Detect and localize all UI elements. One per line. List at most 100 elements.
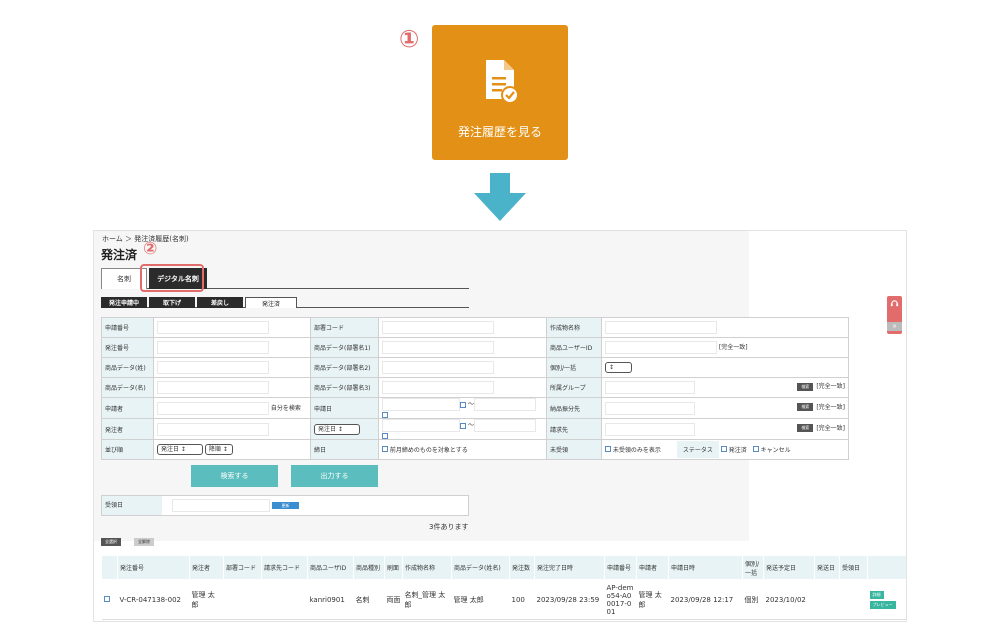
col-individual-bulk: 個別/一括	[742, 555, 764, 580]
headset-icon	[890, 300, 899, 307]
cell-side: 両面	[384, 579, 403, 620]
status-cancel-checkbox[interactable]	[752, 446, 759, 452]
detail-button[interactable]: 詳細	[869, 590, 884, 599]
step-1-marker: ①	[399, 25, 420, 53]
label-unreceived: 未受領	[546, 439, 602, 460]
label-orderer: 発注者	[101, 418, 154, 440]
closing-checkbox[interactable]	[382, 446, 388, 452]
order-date-from-input[interactable]	[382, 419, 460, 432]
group-search-button[interactable]: 検索	[797, 382, 814, 391]
subtab-ordered[interactable]: 発注済	[245, 297, 297, 308]
dept-name2-input[interactable]	[382, 361, 494, 374]
label-closing: 締日	[310, 439, 379, 460]
col-person-name: 商品データ(姓名)	[451, 555, 510, 580]
label-delivery-dest: 納品振分先	[546, 397, 602, 419]
label-individual-bulk: 個別/一括	[546, 357, 602, 378]
col-applicant: 申請者	[636, 555, 669, 580]
calendar-icon[interactable]	[382, 411, 388, 418]
select-all-button[interactable]: 全選択	[101, 538, 121, 546]
col-product-type: 商品種別	[353, 555, 385, 580]
applicant-input[interactable]	[157, 401, 269, 415]
result-count: 3件あります	[429, 523, 469, 531]
cell-shipped	[814, 579, 840, 620]
individual-bulk-select[interactable]: ↕	[605, 362, 632, 373]
order-no-input[interactable]	[157, 341, 269, 354]
update-button[interactable]: 更新	[272, 502, 299, 509]
col-side: 刷面	[384, 555, 403, 580]
group-input[interactable]	[605, 381, 695, 394]
preview-button[interactable]: プレビュー	[869, 600, 896, 609]
dept-code-input[interactable]	[382, 321, 494, 334]
sort-field-value: 発注日	[161, 446, 180, 453]
col-quantity: 発注数	[509, 555, 535, 580]
label-dept-code: 部署コード	[310, 317, 379, 338]
status-ordered-checkbox[interactable]	[720, 446, 727, 452]
app-date-to-input[interactable]	[474, 398, 537, 411]
digital-tab-highlight	[140, 264, 204, 292]
calendar-icon[interactable]	[460, 401, 466, 408]
col-shipped: 発送日	[814, 555, 840, 580]
results-header: 発注番号 発注者 部署コード 請求先コード 商品ユーザID 商品種別 刷面 作成…	[101, 555, 906, 580]
cell-received	[839, 579, 868, 620]
cell-billing-code	[261, 579, 308, 620]
label-application-date: 申請日	[310, 397, 379, 419]
search-form: 申請番号 部署コード 作成物名称 発注番号 商品データ(部署名1) 商品ユーザー…	[101, 317, 849, 460]
col-dept-code: 部署コード	[223, 555, 262, 580]
sort-field-select[interactable]: 発注日 ↕	[157, 444, 203, 455]
date-type-select[interactable]: 発注日 ↕	[314, 423, 360, 435]
billing-input[interactable]	[605, 422, 695, 436]
label-billing: 請求先	[546, 418, 602, 440]
subtab-withdrawn[interactable]: 取下げ	[149, 297, 195, 308]
sort-order-value: 降順	[208, 446, 221, 453]
col-order-no: 発注番号	[117, 555, 190, 580]
sort-order-select[interactable]: 降順 ↕	[204, 444, 233, 455]
cell-ship-planned: 2023/10/02	[763, 579, 815, 620]
billing-search-button[interactable]: 検索	[797, 424, 814, 432]
search-button[interactable]: 検索する	[191, 465, 278, 487]
label-dept-name1: 商品データ(部署名1)	[310, 337, 379, 358]
label-sort: 並び順	[101, 439, 154, 460]
order-history-button[interactable]: 発注履歴を見る	[432, 25, 568, 160]
clear-all-button[interactable]: 全解除	[134, 538, 154, 546]
product-user-id-input[interactable]	[605, 341, 717, 354]
sub-tabs: 発注申請中 取下げ 差戻し 発注済	[101, 297, 469, 308]
calendar-icon[interactable]	[460, 422, 466, 429]
group-exact-label: [完全一致]	[816, 383, 845, 390]
subtab-returned[interactable]: 差戻し	[197, 297, 243, 308]
search-self-button[interactable]: 自分を検索	[271, 405, 301, 412]
dept-name3-input[interactable]	[382, 381, 494, 394]
output-button[interactable]: 出力する	[291, 465, 378, 487]
product-name-input[interactable]	[605, 321, 717, 334]
cell-order-no: V-CR-047138-002	[117, 579, 190, 620]
receipt-date-row: 受領日 更新	[101, 495, 469, 516]
calendar-icon[interactable]	[382, 432, 388, 439]
first-name-input[interactable]	[157, 381, 269, 394]
row-checkbox[interactable]	[103, 595, 110, 602]
last-name-input[interactable]	[157, 361, 269, 374]
cell-person-name: 管理 太郎	[451, 579, 510, 620]
application-no-input[interactable]	[157, 321, 269, 334]
delivery-dest-input[interactable]	[605, 401, 695, 415]
order-date-to-input[interactable]	[474, 419, 537, 432]
cell-completed-at: 2023/09/28 23:59	[534, 579, 605, 620]
results-table: 発注番号 発注者 部署コード 請求先コード 商品ユーザID 商品種別 刷面 作成…	[101, 555, 906, 620]
unreceived-option: 未受領のみを表示	[612, 447, 661, 454]
date-type-value: 発注日	[318, 425, 337, 433]
orderer-input[interactable]	[157, 422, 269, 436]
cell-applied-at: 2023/09/28 12:17	[668, 579, 743, 620]
document-check-icon	[480, 57, 520, 109]
app-date-from-input[interactable]	[382, 398, 460, 411]
delivery-exact-label: [完全一致]	[816, 403, 845, 411]
unreceived-checkbox[interactable]	[605, 446, 611, 452]
col-ship-planned: 発送予定日	[763, 555, 815, 580]
label-receipt-date: 受領日	[102, 496, 162, 515]
col-received: 受領日	[839, 555, 868, 580]
subtab-pending[interactable]: 発注申請中	[101, 297, 147, 308]
dept-name1-input[interactable]	[382, 341, 494, 354]
delivery-search-button[interactable]: 検索	[797, 403, 814, 411]
col-user-id: 商品ユーザID	[307, 555, 354, 580]
close-icon[interactable]: ×	[887, 322, 902, 331]
col-product-name: 作成物名称	[402, 555, 452, 580]
receipt-date-input[interactable]	[172, 499, 270, 512]
billing-exact-label: [完全一致]	[816, 424, 845, 432]
